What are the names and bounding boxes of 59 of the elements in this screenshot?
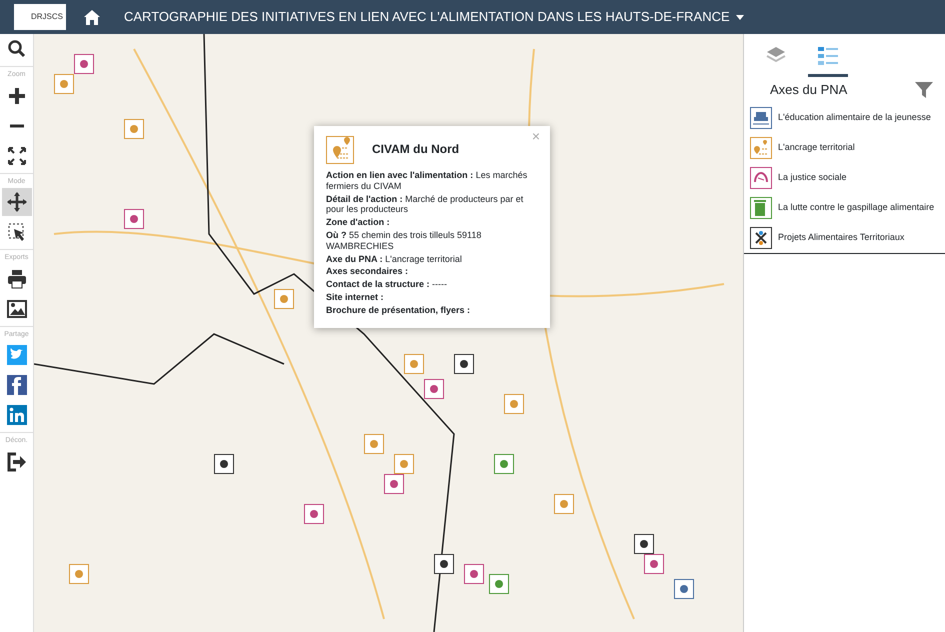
move-icon [7, 192, 27, 212]
map-marker-icon[interactable] [634, 534, 654, 554]
popup-field: Axes secondaires : [326, 266, 538, 278]
popup-field: Où ? 55 chemin des trois tilleuls 59118 WAMBRECHIES [326, 230, 538, 252]
legend-list-icon [817, 44, 839, 66]
caret-icon [736, 14, 744, 20]
map-marker-icon[interactable] [644, 554, 664, 574]
map-marker-icon[interactable] [404, 354, 424, 374]
home-icon[interactable] [84, 10, 100, 24]
map-marker-icon[interactable] [464, 564, 484, 584]
map-marker-icon[interactable] [434, 554, 454, 574]
legend-label: La justice sociale [778, 170, 847, 184]
facebook-icon [7, 375, 27, 395]
popup-field: Zone d'action : [326, 217, 538, 228]
search-icon [7, 39, 27, 59]
zoom-out-icon [7, 124, 27, 128]
popup-field: Site internet : [326, 292, 538, 303]
image-icon [7, 298, 27, 318]
linkedin-icon [7, 405, 27, 425]
map-marker-icon[interactable] [394, 454, 414, 474]
tool-button[interactable] [2, 188, 32, 216]
map-marker-icon[interactable] [304, 504, 324, 524]
map-marker-icon[interactable] [489, 574, 509, 594]
legend-label: L'éducation alimentaire de la jeunesse [778, 110, 931, 124]
map-marker-icon[interactable] [494, 454, 514, 474]
popup-field: Détail de l'action : Marché de producteurs par et pour les producteurs [326, 194, 538, 216]
selection-arrow-icon [7, 222, 27, 242]
map-marker-icon[interactable] [424, 379, 444, 399]
legend-label: La lutte contre le gaspillage alimentaire [778, 200, 934, 214]
map-marker-icon[interactable] [454, 354, 474, 374]
map-marker-icon[interactable] [54, 74, 74, 94]
zoom-in-icon [7, 86, 27, 106]
map-marker-icon[interactable] [124, 209, 144, 229]
popup-field: Brochure de présentation, flyers : [326, 304, 538, 316]
map-marker-icon[interactable] [384, 474, 404, 494]
popup-field: Action en lien avec l'alimentation : Les marchés fermiers du CIVAM [326, 170, 538, 192]
panel-heading: Axes du PNA [770, 81, 848, 99]
map-marker-icon[interactable] [504, 394, 524, 414]
map-title-dropdown[interactable]: CARTOGRAPHIE DES INITIATIVES EN LIEN AVEC L'ALIMENTATION DANS LES HAUTS-DE-FRANCE [118, 6, 750, 28]
map-marker-icon[interactable] [74, 54, 94, 74]
fullscreen-icon [7, 146, 27, 166]
map-marker-icon[interactable] [214, 454, 234, 474]
twitter-icon [7, 345, 27, 365]
map-marker-icon[interactable] [124, 119, 144, 139]
map-marker-icon[interactable] [674, 579, 694, 599]
territory-pin-icon [326, 136, 354, 164]
legend-label: Projets Alimentaires Territoriaux [778, 230, 904, 244]
printer-icon [7, 268, 27, 288]
map-marker-icon[interactable] [554, 494, 574, 514]
legend-label: L'ancrage territorial [778, 140, 855, 154]
logout-icon [7, 452, 27, 472]
filter-icon[interactable] [915, 80, 933, 99]
map-marker-icon[interactable] [274, 289, 294, 309]
popup-field: Axe du PNA : L'ancrage territorial [326, 254, 538, 264]
map-marker-icon[interactable] [364, 434, 384, 454]
popup-title: CIVAM du Nord [372, 142, 460, 158]
popup-field: Contact de la structure : ----- [326, 279, 538, 290]
map-marker-icon[interactable] [69, 564, 89, 584]
logo-text: DRJSCS [30, 11, 63, 23]
